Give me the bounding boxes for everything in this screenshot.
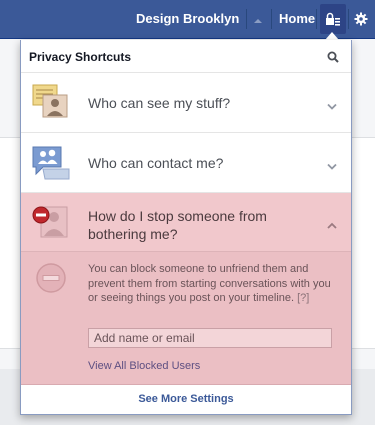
chevron-down-icon xyxy=(327,98,337,116)
lock-menu-icon xyxy=(326,12,340,26)
shortcut-who-can-see[interactable]: Who can see my stuff? xyxy=(21,73,351,133)
see-more-settings-link[interactable]: See More Settings xyxy=(138,393,233,405)
shortcut-label: Who can contact me? xyxy=(88,155,224,171)
flyout-caret xyxy=(325,32,339,40)
shortcut-stop-bothering[interactable]: How do I stop someone from bothering me? xyxy=(21,193,351,252)
nav-divider xyxy=(246,9,247,29)
block-icon xyxy=(35,262,67,299)
shortcut-label: How do I stop someone from bothering me? xyxy=(88,208,267,242)
block-description-text: You can block someone to unfriend them a… xyxy=(88,263,331,304)
block-person-icon xyxy=(31,203,71,246)
flyout-footer: See More Settings xyxy=(21,385,351,414)
home-link[interactable]: Home xyxy=(279,11,315,26)
gear-icon[interactable] xyxy=(351,9,371,29)
flyout-header: Privacy Shortcuts xyxy=(21,40,351,73)
block-user-panel: You can block someone to unfriend them a… xyxy=(21,252,351,385)
profile-name-link[interactable]: Design Brooklyn xyxy=(136,11,239,26)
search-icon[interactable] xyxy=(327,50,339,68)
flyout-title: Privacy Shortcuts xyxy=(29,50,132,64)
top-navigation-bar: Design Brooklyn Home xyxy=(0,0,375,39)
block-name-input[interactable] xyxy=(88,328,332,348)
chevron-down-icon xyxy=(327,158,337,176)
lock-document-icon xyxy=(31,83,71,126)
privacy-shortcuts-flyout: Privacy Shortcuts Who can see my stuff? xyxy=(20,40,352,415)
shortcut-label: Who can see my stuff? xyxy=(88,95,231,111)
chevron-up-icon xyxy=(327,217,337,235)
caret-up-icon[interactable] xyxy=(253,13,263,31)
privacy-shortcuts-button[interactable] xyxy=(320,4,346,34)
nav-divider xyxy=(316,9,317,29)
block-description: You can block someone to unfriend them a… xyxy=(88,262,338,306)
help-link[interactable]: [?] xyxy=(297,292,309,304)
shortcut-who-can-contact[interactable]: Who can contact me? xyxy=(21,133,351,193)
view-blocked-users-link[interactable]: View All Blocked Users xyxy=(88,360,200,372)
chat-people-icon xyxy=(31,143,71,186)
nav-divider xyxy=(348,9,349,29)
nav-divider xyxy=(271,9,272,29)
